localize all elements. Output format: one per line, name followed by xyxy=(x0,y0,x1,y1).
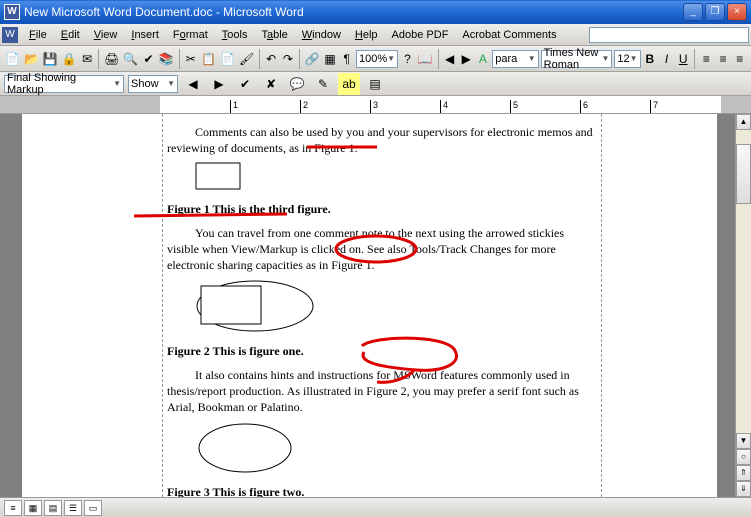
window-titlebar: W New Microsoft Word Document.doc - Micr… xyxy=(0,0,751,24)
menu-acrobat-comments[interactable]: Acrobat Comments xyxy=(455,27,563,43)
print-preview-button[interactable]: 🔍 xyxy=(122,48,139,70)
scroll-thumb[interactable] xyxy=(736,144,751,204)
show-combo[interactable]: Show▼ xyxy=(128,75,178,93)
accept-change-button[interactable]: ✔ xyxy=(234,73,256,95)
horizontal-ruler[interactable]: 1 2 3 4 5 6 7 xyxy=(0,96,751,114)
next-page-button[interactable]: ⇓ xyxy=(736,481,751,497)
menu-edit[interactable]: Edit xyxy=(54,27,87,43)
paste-button[interactable]: 📄 xyxy=(219,48,236,70)
figure-2-caption: Figure 2 This is figure one. xyxy=(167,343,597,359)
close-button[interactable]: × xyxy=(727,3,747,21)
vertical-scrollbar[interactable]: ▲ ▼ ○ ⇑ ⇓ xyxy=(735,114,751,497)
prev-page-button[interactable]: ⇑ xyxy=(736,465,751,481)
outline-left-button[interactable]: ◀ xyxy=(442,48,457,70)
normal-view-button[interactable]: ≡ xyxy=(4,500,22,516)
reviewing-toolbar: Final Showing Markup▼ Show▼ ◀ ▶ ✔ ✘ 💬 ✎ … xyxy=(0,72,751,96)
redo-button[interactable]: ↷ xyxy=(281,48,296,70)
toolbar-separator xyxy=(299,49,300,69)
word-app-icon: W xyxy=(4,4,20,20)
web-layout-view-button[interactable]: ▦ xyxy=(24,500,42,516)
display-for-review-combo[interactable]: Final Showing Markup▼ xyxy=(4,75,124,93)
hyperlink-button[interactable]: 🔗 xyxy=(304,48,321,70)
italic-button[interactable]: I xyxy=(659,48,674,70)
menu-insert[interactable]: Insert xyxy=(124,27,166,43)
maximize-button[interactable]: ❐ xyxy=(705,3,725,21)
status-bar: ≡ ▦ ▤ ☰ ▭ xyxy=(0,497,751,517)
body-paragraph: Comments can also be used by you and you… xyxy=(167,124,597,156)
highlight-button[interactable]: ab xyxy=(338,73,360,95)
toolbar-separator xyxy=(438,49,439,69)
toolbar-separator xyxy=(259,49,260,69)
figure-1-caption: Figure 1 This is the third figure. xyxy=(167,201,597,217)
next-change-button[interactable]: ▶ xyxy=(208,73,230,95)
open-button[interactable]: 📂 xyxy=(23,48,40,70)
permission-button[interactable]: 🔒 xyxy=(61,48,78,70)
track-changes-button[interactable]: ✎ xyxy=(312,73,334,95)
help-question-box[interactable] xyxy=(589,27,749,43)
toolbar-separator xyxy=(694,49,695,69)
undo-button[interactable]: ↶ xyxy=(264,48,279,70)
scroll-up-button[interactable]: ▲ xyxy=(736,114,751,130)
minimize-button[interactable]: _ xyxy=(683,3,703,21)
align-right-button[interactable]: ≡ xyxy=(732,48,747,70)
menu-file[interactable]: FFileile xyxy=(22,27,54,43)
reviewing-pane-button[interactable]: ▤ xyxy=(364,73,386,95)
prev-change-button[interactable]: ◀ xyxy=(182,73,204,95)
document-page[interactable]: Comments can also be used by you and you… xyxy=(22,114,717,497)
outline-view-button[interactable]: ☰ xyxy=(64,500,82,516)
menu-table[interactable]: Table xyxy=(254,27,294,43)
standard-toolbar: 📄 📂 💾 🔒 ✉ 🖨 🔍 ✔ 📚 ✂ 📋 📄 🖌 ↶ ↷ 🔗 ▦ ¶ 100%… xyxy=(0,46,751,72)
cut-button[interactable]: ✂ xyxy=(183,48,198,70)
word-doc-icon: W xyxy=(2,27,18,43)
reject-change-button[interactable]: ✘ xyxy=(260,73,282,95)
bold-button[interactable]: B xyxy=(643,48,658,70)
reading-layout-view-button[interactable]: ▭ xyxy=(84,500,102,516)
show-formatting-button[interactable]: ¶ xyxy=(339,48,354,70)
menu-bar: W FFileile Edit View Insert Format Tools… xyxy=(0,24,751,46)
menu-tools[interactable]: Tools xyxy=(215,27,255,43)
menu-window[interactable]: Window xyxy=(295,27,348,43)
font-combo[interactable]: Times New Roman▼ xyxy=(541,50,613,68)
align-center-button[interactable]: ≡ xyxy=(716,48,731,70)
font-size-combo[interactable]: 12▼ xyxy=(614,50,640,68)
style-combo[interactable]: para▼ xyxy=(492,50,538,68)
help-button[interactable]: ? xyxy=(400,48,415,70)
figure-3-caption: Figure 3 This is figure two. xyxy=(167,484,597,497)
menu-format[interactable]: Format xyxy=(166,27,215,43)
research-button[interactable]: 📚 xyxy=(158,48,175,70)
tables-borders-button[interactable]: ▦ xyxy=(323,48,338,70)
print-button[interactable]: 🖨 xyxy=(103,48,120,70)
zoom-combo[interactable]: 100%▼ xyxy=(356,50,398,68)
toolbar-separator xyxy=(98,49,99,69)
copy-button[interactable]: 📋 xyxy=(200,48,217,70)
menu-help[interactable]: Help xyxy=(348,27,385,43)
format-painter-button[interactable]: 🖌 xyxy=(238,48,255,70)
scroll-down-button[interactable]: ▼ xyxy=(736,433,751,449)
figure-1-shape xyxy=(195,162,597,196)
window-title: New Microsoft Word Document.doc - Micros… xyxy=(24,5,683,19)
body-paragraph: It also contains hints and instructions … xyxy=(167,367,597,416)
menu-adobe-pdf[interactable]: Adobe PDF xyxy=(385,27,456,43)
browse-object-button[interactable]: ○ xyxy=(736,449,751,465)
insert-comment-button[interactable]: 💬 xyxy=(286,73,308,95)
read-button[interactable]: 📖 xyxy=(417,48,434,70)
body-paragraph: You can travel from one comment note to … xyxy=(167,225,597,274)
email-button[interactable]: ✉ xyxy=(80,48,95,70)
print-layout-view-button[interactable]: ▤ xyxy=(44,500,62,516)
spellcheck-button[interactable]: ✔ xyxy=(141,48,156,70)
outline-right-button[interactable]: ▶ xyxy=(459,48,474,70)
toolbar-separator xyxy=(179,49,180,69)
styles-button[interactable]: A xyxy=(476,48,491,70)
menu-view[interactable]: View xyxy=(87,27,125,43)
document-workspace: Comments can also be used by you and you… xyxy=(0,114,751,497)
underline-button[interactable]: U xyxy=(676,48,691,70)
new-doc-button[interactable]: 📄 xyxy=(4,48,21,70)
save-button[interactable]: 💾 xyxy=(42,48,59,70)
align-left-button[interactable]: ≡ xyxy=(699,48,714,70)
figure-3-shape xyxy=(195,421,597,480)
figure-2-shape xyxy=(195,279,597,338)
